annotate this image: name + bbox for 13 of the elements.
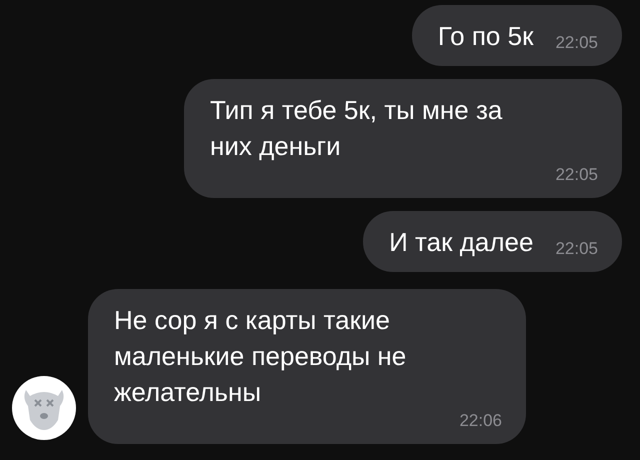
message-time: 22:06 bbox=[459, 410, 502, 432]
message-time: 22:05 bbox=[555, 32, 598, 54]
message-time: 22:05 bbox=[555, 164, 598, 186]
message-bubble[interactable]: Не сор я с карты такие маленькие переводы не желательны 22:06 bbox=[88, 289, 526, 444]
message-time: 22:05 bbox=[555, 238, 598, 260]
message-bubble[interactable]: И так далее 22:05 bbox=[363, 211, 622, 272]
message-text: Тип я тебе 5к, ты мне за них деньги bbox=[210, 94, 504, 163]
message-bubble[interactable]: Тип я тебе 5к, ты мне за них деньги 22:05 bbox=[184, 79, 622, 198]
message-text: Го по 5к bbox=[438, 20, 534, 53]
message-text: Не сор я с карты такие маленькие переводы не желательны bbox=[114, 304, 408, 409]
avatar-icon[interactable] bbox=[12, 376, 76, 440]
message-bubble[interactable]: Го по 5к 22:05 bbox=[412, 5, 622, 66]
message-text: И так далее bbox=[389, 226, 534, 259]
